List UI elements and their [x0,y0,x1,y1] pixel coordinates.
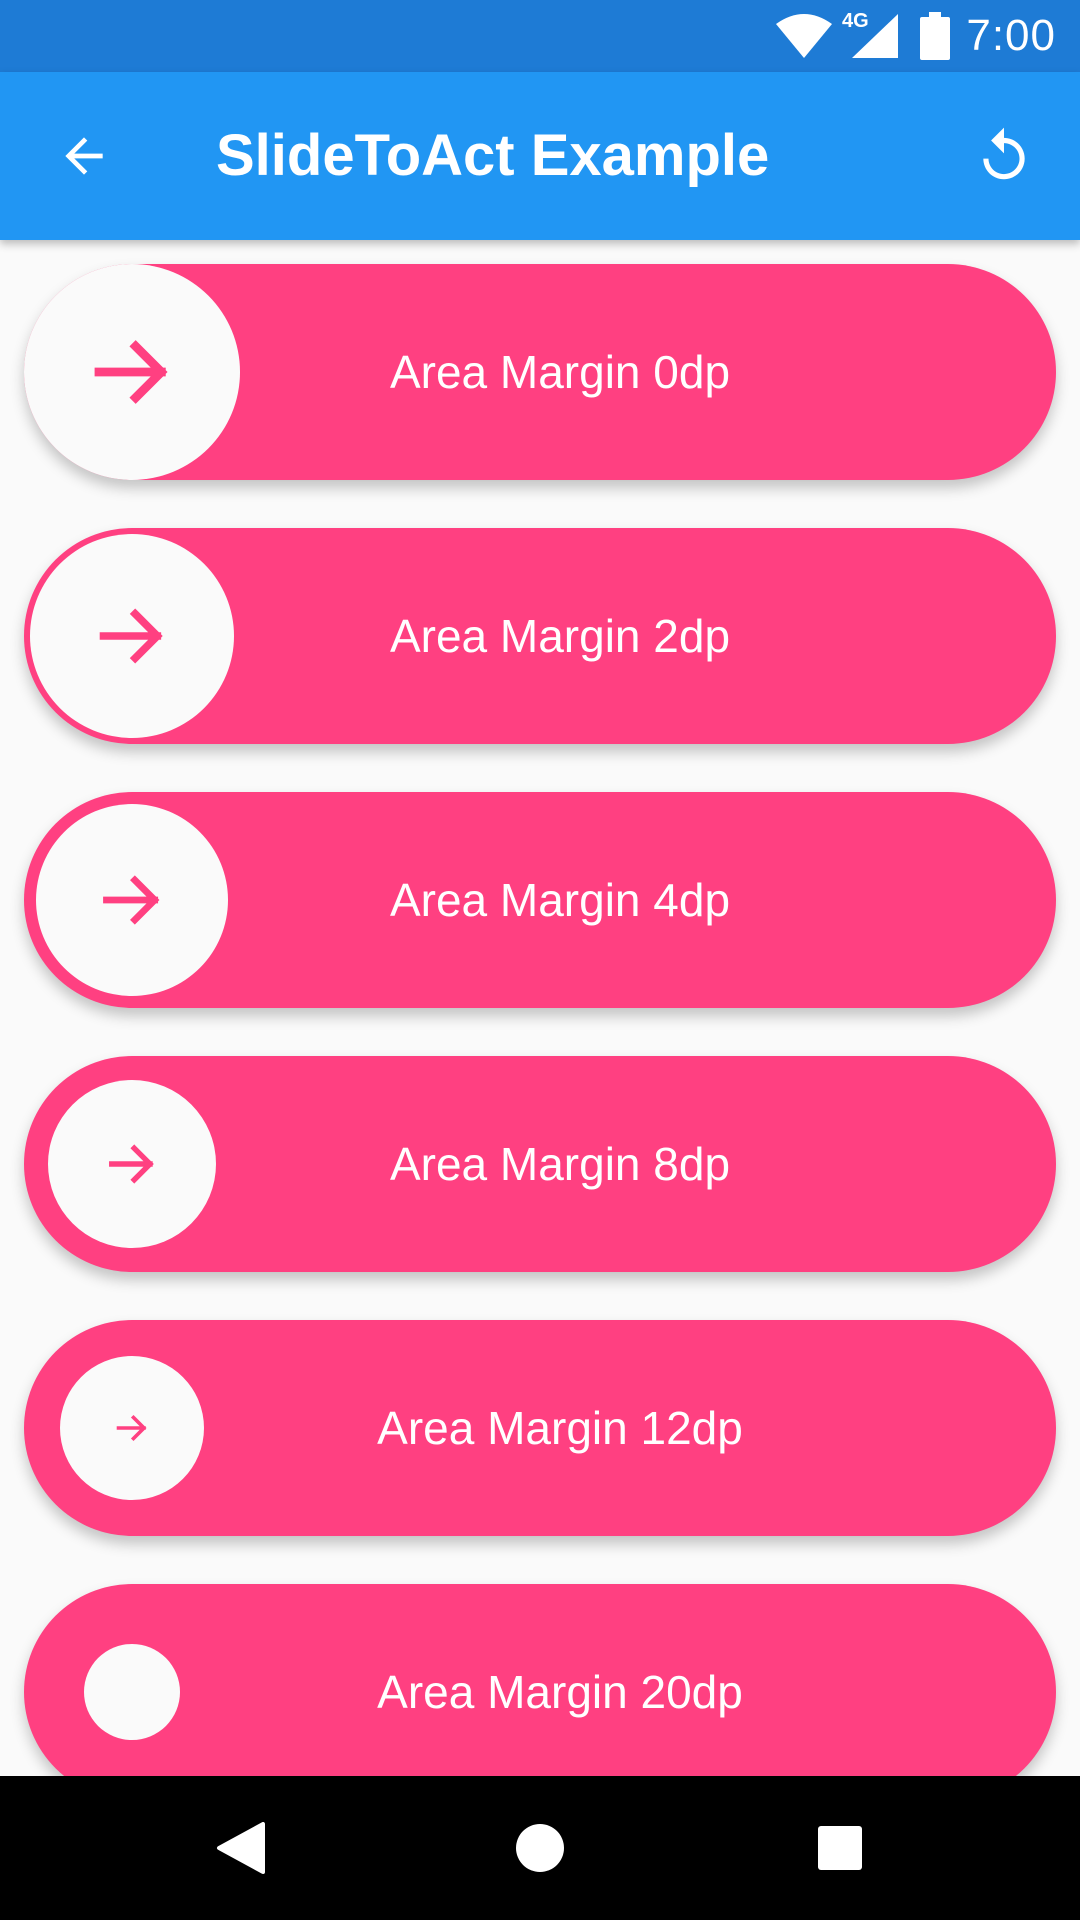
arrow-forward-icon [94,340,168,404]
status-bar: 4G 7:00 [0,0,1080,72]
slide-to-act-margin-4[interactable]: Area Margin 4dp [24,792,1056,1008]
slide-to-act-margin-8[interactable]: Area Margin 8dp [24,1056,1056,1272]
nav-back-button[interactable] [180,1800,300,1896]
battery-icon [920,12,950,60]
slide-to-act-margin-12[interactable]: Area Margin 12dp [24,1320,1056,1536]
nav-recents-icon [818,1826,862,1870]
arrow-forward-icon [99,608,163,664]
arrow-back-icon [65,137,103,175]
slide-to-act-margin-0[interactable]: Area Margin 0dp [24,264,1056,480]
nav-recents-button[interactable] [780,1800,900,1896]
nav-back-icon [217,1822,265,1874]
page-title: SlideToAct Example [216,123,770,188]
slide-to-act-margin-20[interactable]: Area Margin 20dp [24,1584,1056,1776]
slider-knob[interactable] [30,534,234,738]
slider-knob[interactable] [24,264,240,480]
nav-home-button[interactable] [480,1800,600,1896]
wifi-icon [776,14,832,58]
slider-knob[interactable] [84,1644,180,1740]
slider-label: Area Margin 20dp [377,1666,743,1718]
nav-home-icon [516,1824,564,1872]
slider-knob[interactable] [36,804,228,996]
slider-knob[interactable] [48,1080,216,1248]
arrow-forward-icon [103,875,160,925]
system-nav-bar [0,1776,1080,1920]
app-bar: SlideToAct Example [0,72,1080,240]
slider-knob[interactable] [60,1356,204,1500]
cell-signal-icon [852,14,898,58]
arrow-forward-icon [116,1414,147,1442]
back-button[interactable] [36,108,132,204]
status-time: 7:00 [966,11,1056,60]
reset-icon [983,127,1025,180]
slider-list: Area Margin 0dp Area Margin 2dp Area Mar… [0,240,1080,1776]
reset-button[interactable] [956,108,1052,204]
slide-to-act-margin-2[interactable]: Area Margin 2dp [24,528,1056,744]
arrow-forward-icon [109,1144,154,1184]
